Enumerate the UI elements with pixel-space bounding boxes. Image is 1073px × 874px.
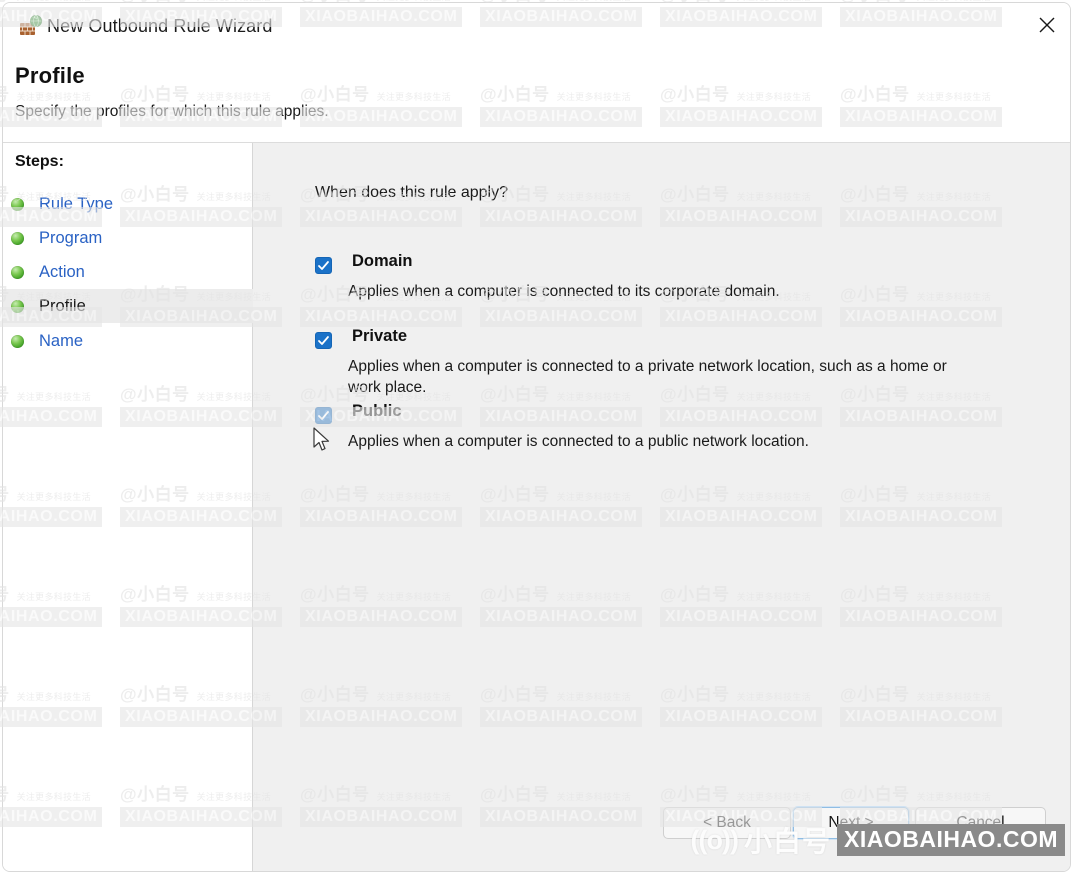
sidebar-item-label: Rule Type xyxy=(39,195,113,214)
profile-label-private: Private xyxy=(352,327,407,346)
sidebar-item-name[interactable]: Name xyxy=(3,324,253,358)
checkbox-private[interactable] xyxy=(315,332,332,349)
title-bar: New Outbound Rule Wizard xyxy=(3,3,1070,49)
page-title: Profile xyxy=(15,63,85,89)
profile-description-domain: Applies when a computer is connected to … xyxy=(348,281,968,302)
sidebar-item-profile[interactable]: Profile xyxy=(3,289,253,323)
firewall-globe-icon xyxy=(19,14,43,38)
checkbox-domain[interactable] xyxy=(315,257,332,274)
sidebar-item-program[interactable]: Program xyxy=(3,221,253,255)
profile-description-public: Applies when a computer is connected to … xyxy=(348,431,968,452)
profile-description-private: Applies when a computer is connected to … xyxy=(348,356,968,398)
steps-sidebar: Steps: Rule Type Program Action Profile … xyxy=(3,143,253,871)
sidebar-item-label: Action xyxy=(39,263,85,282)
content-question: When does this rule apply? xyxy=(315,184,508,202)
step-bullet-icon xyxy=(11,198,24,211)
cancel-button[interactable]: Cancel xyxy=(915,807,1046,839)
page-header: Profile Specify the profiles for which t… xyxy=(3,49,1070,143)
content-panel: When does this rule apply? Domain Applie… xyxy=(253,143,1070,871)
profile-label-domain: Domain xyxy=(352,252,413,271)
step-bullet-icon xyxy=(11,300,24,313)
wizard-body: Steps: Rule Type Program Action Profile … xyxy=(3,143,1070,871)
sidebar-item-label: Name xyxy=(39,332,83,351)
footer-button-bar: < Back Next > Cancel xyxy=(3,797,1070,871)
checkbox-public[interactable] xyxy=(315,407,332,424)
sidebar-item-action[interactable]: Action xyxy=(3,255,253,289)
profile-label-public: Public xyxy=(352,402,402,421)
next-button[interactable]: Next > xyxy=(793,807,909,839)
step-bullet-icon xyxy=(11,232,24,245)
back-button[interactable]: < Back xyxy=(663,807,791,839)
sidebar-item-label: Program xyxy=(39,229,102,248)
sidebar-item-label: Profile xyxy=(39,297,86,316)
window-title: New Outbound Rule Wizard xyxy=(47,16,273,37)
page-subtitle: Specify the profiles for which this rule… xyxy=(15,103,329,121)
step-bullet-icon xyxy=(11,335,24,348)
wizard-window: New Outbound Rule Wizard Profile Specify… xyxy=(2,2,1071,872)
sidebar-item-rule-type[interactable]: Rule Type xyxy=(3,187,253,221)
close-button[interactable] xyxy=(1024,3,1070,47)
step-bullet-icon xyxy=(11,266,24,279)
steps-heading: Steps: xyxy=(15,153,64,171)
